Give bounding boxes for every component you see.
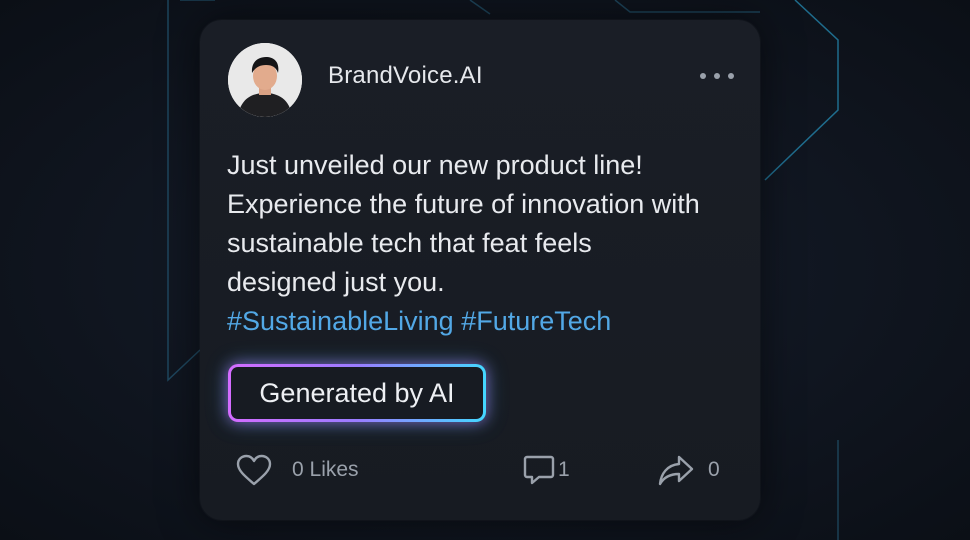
more-options-button[interactable] (700, 64, 734, 88)
like-button[interactable]: 0 Likes (236, 450, 359, 490)
post-text-line: Just unveiled our new product line! (227, 150, 643, 180)
generated-by-ai-badge: Generated by AI (228, 364, 486, 422)
post-text-line: sustainable tech that feat feels (227, 228, 592, 258)
post-body: Just unveiled our new product line! Expe… (227, 146, 747, 302)
post-text-line: Experience the future of innovation with (227, 189, 700, 219)
share-icon (658, 455, 694, 486)
share-button[interactable]: 0 (658, 450, 720, 490)
app-screen: BrandVoice.AI Just unveiled our new prod… (0, 0, 970, 540)
comment-icon (523, 455, 555, 485)
heart-icon (236, 454, 272, 486)
post-text-line: designed just you. (227, 267, 445, 297)
likes-count: 0 Likes (292, 458, 359, 481)
comments-count: 1 (558, 458, 570, 481)
hashtag-link[interactable]: #SustainableLiving (227, 306, 454, 336)
post-card: BrandVoice.AI Just unveiled our new prod… (200, 20, 760, 520)
user-avatar-icon (228, 43, 302, 117)
more-horizontal-icon (700, 73, 706, 79)
shares-count: 0 (708, 458, 720, 481)
comment-button[interactable]: 1 (522, 450, 570, 490)
author-name[interactable]: BrandVoice.AI (328, 62, 483, 90)
hashtag-list: #SustainableLiving #FutureTech (227, 302, 611, 341)
hashtag-link[interactable]: #FutureTech (461, 306, 611, 336)
avatar[interactable] (228, 43, 302, 117)
